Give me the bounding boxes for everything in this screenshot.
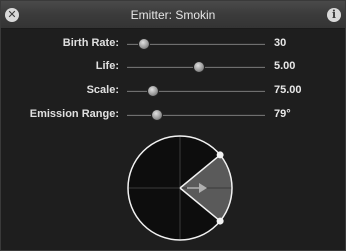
window-title: Emitter: Smokin (130, 8, 216, 22)
life-value: 5.00 (274, 60, 296, 72)
birth-rate-label: Birth Rate: (62, 37, 119, 49)
info-icon[interactable]: i (327, 8, 341, 22)
birth-rate-slider-knob[interactable] (137, 38, 150, 50)
scale-value: 75.00 (274, 84, 302, 96)
scale-label: Scale: (86, 84, 119, 96)
emission-range-slider-track[interactable] (127, 114, 265, 116)
emission-dial-svg[interactable] (125, 133, 235, 243)
emitter-hud-window: ✕ Emitter: Smokin i Birth Rate: 30 Life:… (0, 0, 346, 251)
range-handle-lower[interactable] (216, 217, 224, 225)
life-row: Life: 5.00 (1, 58, 345, 76)
emission-angle-dial[interactable] (125, 133, 235, 243)
scale-slider-knob[interactable] (147, 85, 160, 97)
scale-row: Scale: 75.00 (1, 82, 345, 100)
emission-range-label: Emission Range: (29, 108, 119, 120)
life-slider-knob[interactable] (192, 61, 205, 73)
emission-range-value: 79° (274, 108, 291, 120)
emission-range-slider-knob[interactable] (151, 109, 164, 121)
life-label: Life: (95, 60, 119, 72)
range-handle-upper[interactable] (216, 151, 224, 159)
birth-rate-row: Birth Rate: 30 (1, 35, 345, 53)
birth-rate-value: 30 (274, 37, 287, 49)
title-bar[interactable]: ✕ Emitter: Smokin i (1, 1, 345, 29)
emission-range-row: Emission Range: 79° (1, 106, 345, 124)
